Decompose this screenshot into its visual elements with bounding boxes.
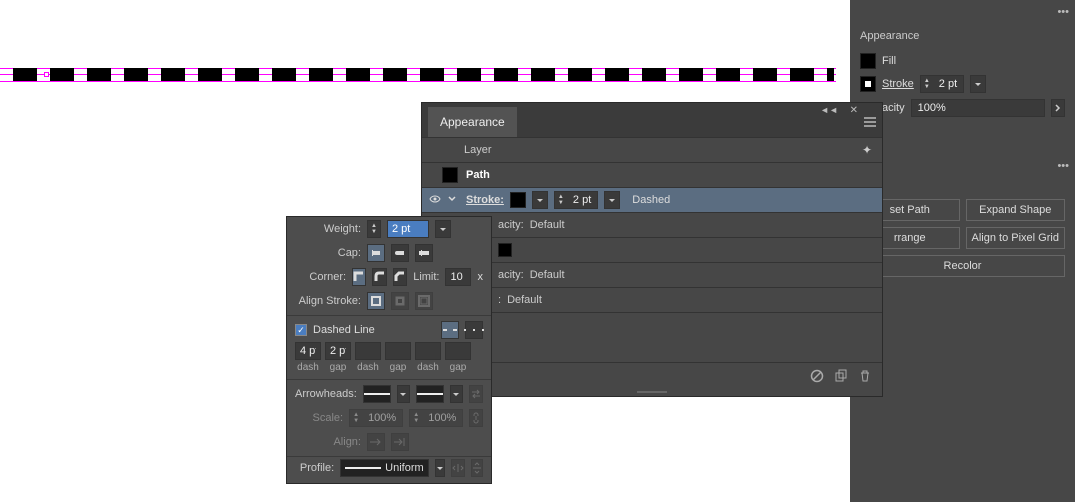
duplicate-icon[interactable] [834, 369, 848, 383]
dash-gap-label: gap [450, 362, 467, 373]
layer-row-label[interactable]: Layer [464, 144, 492, 156]
properties-panel: ••• Appearance Fill Stroke ▲▼ 2 pt acity… [850, 0, 1075, 502]
weight-stepper[interactable]: ▲▼ [367, 220, 381, 238]
no-selection-icon[interactable] [810, 369, 824, 383]
opacity-row-value-2[interactable]: Default [530, 269, 565, 281]
stroke-options-panel: Weight: ▲▼ Cap: Corner: Limit: x Align S… [286, 216, 492, 484]
limit-label: Limit: [413, 271, 439, 283]
corner-bevel-button[interactable] [393, 268, 407, 286]
default-row-value[interactable]: Default [507, 294, 542, 306]
profile-label: Profile: [295, 462, 334, 474]
expand-toggle-icon[interactable] [448, 194, 460, 206]
add-effect-icon[interactable]: ✦ [862, 143, 872, 157]
path-swatch[interactable] [442, 167, 458, 183]
expand-shape-button[interactable]: Expand Shape [966, 199, 1066, 221]
scale-end-stepper: ▲▼100% [409, 409, 463, 427]
dash-gap-label: dash [357, 362, 379, 373]
cap-projecting-button[interactable] [415, 244, 433, 262]
panel-flyout-icon[interactable] [864, 117, 876, 130]
path-row-label: Path [466, 169, 490, 181]
opacity-label-clipped: acity [882, 102, 905, 114]
weight-input[interactable] [387, 220, 429, 238]
align-arrow-extend-button [367, 433, 385, 451]
arrowhead-start-select[interactable] [363, 385, 391, 403]
stroke-color-dropdown[interactable] [532, 191, 548, 209]
fill-label: Fill [882, 55, 896, 67]
opacity-more-button[interactable] [1051, 99, 1065, 117]
dash-gap-input-4[interactable] [415, 342, 441, 360]
dash-gap-label: dash [417, 362, 439, 373]
anchor-point[interactable] [44, 72, 49, 77]
fill-swatch[interactable] [860, 53, 876, 69]
stroke-dashed-note: Dashed [632, 194, 670, 206]
profile-select[interactable]: Uniform [340, 459, 429, 477]
dashed-path-object[interactable] [0, 62, 836, 88]
cap-label: Cap: [295, 247, 361, 259]
limit-input[interactable] [445, 268, 471, 286]
dash-gap-label: gap [390, 362, 407, 373]
scale-start-stepper: ▲▼100% [349, 409, 403, 427]
dash-gap-input-1[interactable] [325, 342, 351, 360]
stroke-label-link[interactable]: Stroke [882, 78, 914, 90]
opacity-field[interactable]: 100% [911, 99, 1045, 117]
appearance-tab[interactable]: Appearance [428, 107, 517, 137]
stroke-swatch[interactable] [860, 76, 876, 92]
stroke-row-label[interactable]: Stroke: [466, 194, 504, 206]
appearance-stroke-weight-dropdown[interactable] [604, 191, 620, 209]
appearance-stroke-weight-stepper[interactable]: ▲▼ 2 pt [554, 191, 598, 209]
flip-across-button [471, 459, 483, 477]
dash-gap-input-0[interactable] [295, 342, 321, 360]
scale-label: Scale: [295, 412, 343, 424]
profile-dropdown[interactable] [435, 459, 445, 477]
corner-label: Corner: [295, 271, 346, 283]
dashed-line-label: Dashed Line [313, 324, 375, 336]
weight-dropdown[interactable] [435, 220, 451, 238]
align-arrow-tip-button [391, 433, 409, 451]
opacity-row-value[interactable]: Default [530, 219, 565, 231]
link-scale-button [469, 409, 483, 427]
arrowhead-end-dd[interactable] [450, 385, 463, 403]
stroke-color-swatch[interactable] [510, 192, 526, 208]
cap-butt-button[interactable] [367, 244, 385, 262]
corner-miter-button[interactable] [352, 268, 366, 286]
section-menu-icon[interactable]: ••• [1057, 160, 1069, 172]
align-stroke-outside-button [415, 292, 433, 310]
weight-label: Weight: [295, 223, 361, 235]
dash-gap-label: gap [330, 362, 347, 373]
align-pixel-grid-button[interactable]: Align to Pixel Grid [966, 227, 1066, 249]
quick-actions-heading: ions [850, 176, 1075, 196]
appearance-heading: Appearance [850, 0, 1075, 50]
arrowhead-end-select[interactable] [416, 385, 444, 403]
dashed-line-checkbox[interactable]: ✓ [295, 324, 307, 336]
align-stroke-label: Align Stroke: [295, 295, 361, 307]
visibility-toggle-icon[interactable] [428, 194, 442, 206]
panel-menu-icon[interactable]: ••• [1057, 6, 1069, 18]
align-stroke-center-button[interactable] [367, 292, 385, 310]
dash-preserves-button[interactable] [441, 321, 459, 339]
close-icon[interactable]: ✕ [850, 105, 858, 116]
dash-gap-label: dash [297, 362, 319, 373]
dash-aligns-button[interactable] [465, 321, 483, 339]
dash-gap-input-3[interactable] [385, 342, 411, 360]
flip-along-button [451, 459, 465, 477]
dash-gap-input-2[interactable] [355, 342, 381, 360]
trash-icon[interactable] [858, 369, 872, 383]
align-stroke-inside-button [391, 292, 409, 310]
dash-gap-input-5[interactable] [445, 342, 471, 360]
arrowheads-label: Arrowheads: [295, 388, 357, 400]
recolor-button[interactable]: Recolor [860, 255, 1065, 277]
swap-arrowheads-button [469, 385, 483, 403]
align-arrow-label: Align: [295, 436, 361, 448]
arrowhead-start-dd[interactable] [397, 385, 410, 403]
fill-row-swatch[interactable] [498, 243, 512, 257]
stroke-weight-dropdown[interactable] [970, 75, 986, 93]
cap-round-button[interactable] [391, 244, 409, 262]
corner-round-button[interactable] [372, 268, 386, 286]
stroke-weight-stepper[interactable]: ▲▼ 2 pt [920, 75, 964, 93]
